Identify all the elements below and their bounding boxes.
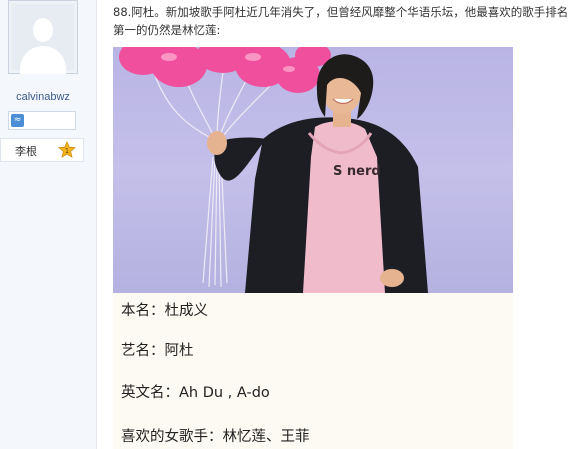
info-line-real-name: 本名：杜成义 xyxy=(121,303,208,319)
medal-icon: 1 xyxy=(58,141,76,158)
photo-illustration: S nerd xyxy=(119,47,428,293)
username-link[interactable]: calvinabwz xyxy=(0,91,86,103)
info-line-stage-name: 艺名：阿杜 xyxy=(121,343,194,359)
heart-balloons xyxy=(119,47,331,93)
info-line-english-name: 英文名：Ah Du , A-do xyxy=(121,385,270,401)
shirt-text: S nerd xyxy=(333,164,381,179)
wave-icon: ≈ xyxy=(11,114,24,127)
avatar[interactable] xyxy=(8,0,78,74)
rank-badge: 李根 1 xyxy=(0,138,84,162)
user-sidebar: calvinabwz ≈ 李根 1 xyxy=(0,0,97,449)
singer-photo: S nerd xyxy=(113,47,513,293)
post-intro-text: 88.阿杜。新加坡歌手阿杜近几年消失了，但曾经风靡整个华语乐坛，他最喜欢的歌手排… xyxy=(113,5,569,37)
rank-label: 李根 xyxy=(15,145,37,158)
info-section: 本名：杜成义 艺名：阿杜 英文名：Ah Du , A-do 喜欢的女歌手：林忆莲… xyxy=(113,293,513,449)
default-user-avatar-icon xyxy=(12,4,74,74)
medal-number: 1 xyxy=(65,147,69,155)
level-badge: ≈ xyxy=(8,111,76,130)
info-line-favorite-singer: 喜欢的女歌手：林忆莲、王菲 xyxy=(121,429,310,445)
